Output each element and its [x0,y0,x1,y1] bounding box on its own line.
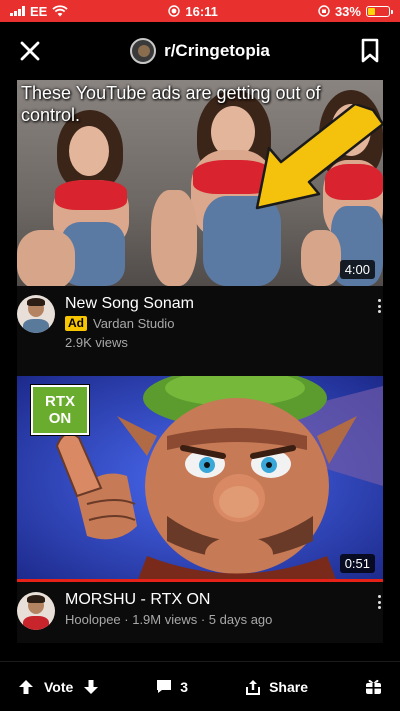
rtx-badge-line1: RTX [45,393,75,410]
video-duration-2: 0:51 [339,554,375,573]
subreddit-link[interactable]: r/Cringetopia [130,38,270,64]
ad-row: Ad Vardan Studio [65,316,383,331]
post-image[interactable]: These YouTube ads are getting out of con… [17,80,383,643]
channel-name-1[interactable]: Vardan Studio [93,316,174,331]
share-icon [246,679,261,695]
share-label: Share [269,678,308,695]
post-action-bar: Vote 3 Share [0,661,400,711]
battery-icon [365,5,393,17]
subreddit-name: r/Cringetopia [164,41,270,60]
video-meta-2: MORSHU - RTX ON Hoolopee · 1.9M views · … [17,590,383,662]
status-right: 33% [318,3,393,19]
view-count-1: 2.9K views [65,335,128,350]
battery-fill [367,7,375,15]
vote-label: Vote [44,678,74,695]
downvote-icon[interactable] [83,679,99,695]
more-options-icon[interactable] [375,298,383,314]
views-row: 2.9K views [65,335,383,350]
video-info-text-2: Hoolopee · 1.9M views · 5 days ago [65,612,273,627]
video-meta-1: New Song Sonam Ad Vardan Studio 2.9K vie… [17,294,383,366]
more-options-icon[interactable] [375,594,383,610]
award-icon[interactable] [365,678,382,695]
recording-icon [168,5,181,17]
video-thumbnail-1[interactable]: These YouTube ads are getting out of con… [17,80,383,286]
bookmark-icon[interactable] [360,38,380,64]
channel-avatar-1[interactable] [17,295,55,333]
clock-label: 16:11 [185,3,218,19]
video-thumbnail-2[interactable]: RTX ON 0:51 [17,376,383,582]
upvote-icon[interactable] [18,679,34,695]
status-center: 16:11 [168,4,218,19]
rtx-badge-line2: ON [48,410,72,427]
video-info-2: MORSHU - RTX ON Hoolopee · 1.9M views · … [65,590,383,662]
overlay-caption: These YouTube ads are getting out of con… [21,83,321,125]
carrier-label: EE [30,3,48,19]
wifi-icon [52,5,68,17]
info-row-2: Hoolopee · 1.9M views · 5 days ago [65,612,383,627]
comment-icon [157,680,172,693]
status-left: EE [10,4,68,19]
ad-badge: Ad [65,316,87,331]
share-button[interactable]: Share [245,679,308,695]
battery-percent: 33% [334,3,361,19]
video-info-1: New Song Sonam Ad Vardan Studio 2.9K vie… [65,294,383,366]
watch-progress-bar [17,579,383,582]
status-bar: EE 16:11 33% [0,0,400,22]
comments-button[interactable]: 3 [156,679,188,695]
comment-count: 3 [180,678,189,695]
video-title-1[interactable]: New Song Sonam [65,294,383,314]
channel-avatar-2[interactable] [17,592,55,630]
post-header: r/Cringetopia [0,22,400,80]
video-title-2[interactable]: MORSHU - RTX ON [65,590,383,610]
subreddit-avatar [130,38,157,64]
orientation-lock-icon [318,5,330,17]
vote-controls: Vote [18,679,99,695]
video-duration-1: 4:00 [339,260,375,279]
rtx-on-badge: RTX ON [31,385,89,435]
signal-icon [10,6,25,16]
close-icon[interactable] [18,39,42,63]
